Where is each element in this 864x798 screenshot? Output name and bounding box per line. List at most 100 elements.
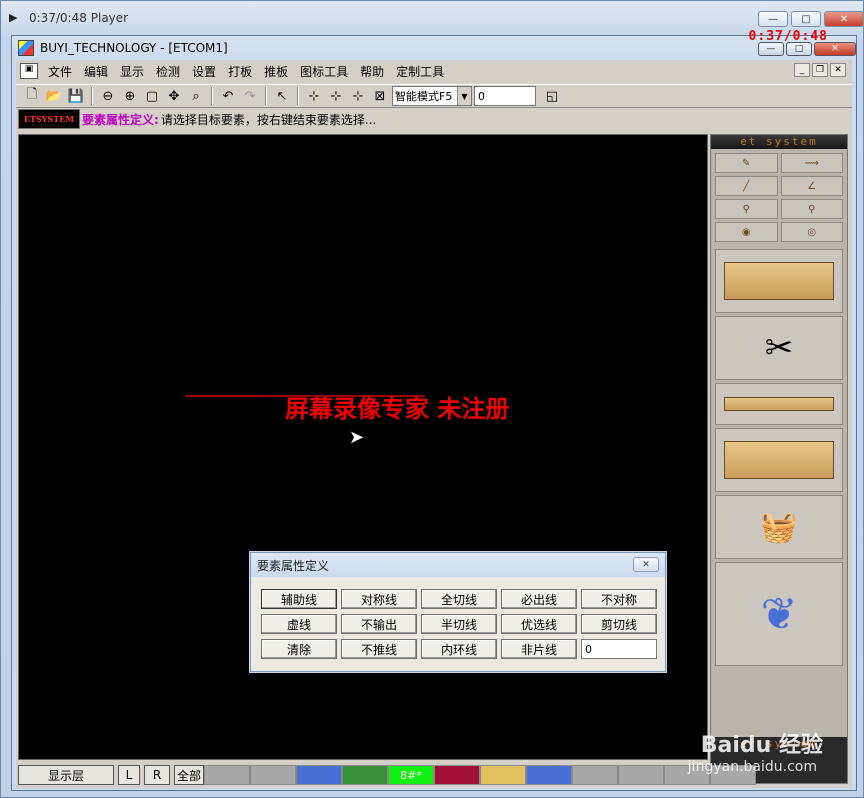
menu-pattern[interactable]: 打板 [222, 63, 258, 80]
menu-settings[interactable]: 设置 [186, 63, 222, 80]
clear-button[interactable]: 清除 [261, 639, 337, 659]
inner-loop-line-button[interactable]: 内环线 [421, 639, 497, 659]
player-minimize-button[interactable]: — [758, 11, 788, 27]
select-delete-icon[interactable]: ↖ [272, 86, 292, 106]
line-icon[interactable]: ╱ [715, 176, 778, 196]
app-icon [18, 40, 34, 56]
player-close-button[interactable]: ✕ [824, 11, 864, 27]
redo-icon[interactable]: ↷ [240, 86, 260, 106]
zoom-in-icon[interactable]: ⊕ [120, 86, 140, 106]
layer-swatch[interactable] [342, 765, 388, 785]
mdi-controls: _ ❐ ✕ [794, 63, 846, 77]
menu-icon-tools[interactable]: 图标工具 [294, 63, 354, 80]
compass-icon[interactable]: ⚲ [715, 199, 778, 219]
no-output-button[interactable]: 不输出 [341, 614, 417, 634]
layer-swatch[interactable]: 8#* [388, 765, 434, 785]
pencil-icon[interactable]: ✎ [715, 153, 778, 173]
french-curve-icon: ❦ [760, 588, 798, 640]
point-remove-icon[interactable]: ⊠ [370, 86, 390, 106]
save-icon[interactable]: 💾 [66, 86, 86, 106]
divider-icon[interactable]: ⚲ [780, 199, 843, 219]
layer-right-button[interactable]: R [144, 765, 170, 785]
mdi-close-button[interactable]: ✕ [830, 63, 846, 77]
app-title: BUYI_TECHNOLOGY - [ETCOM1] [40, 41, 228, 55]
zoom-fit-icon[interactable]: ▢ [142, 86, 162, 106]
menu-file[interactable]: 文件 [42, 63, 78, 80]
no-grade-line-button[interactable]: 不推线 [341, 639, 417, 659]
mdi-restore-button[interactable]: ❐ [812, 63, 828, 77]
mouse-cursor-icon: ➤ [349, 427, 365, 448]
menu-edit[interactable]: 编辑 [78, 63, 114, 80]
zoom-out-icon[interactable]: ⊖ [98, 86, 118, 106]
dialog-button-grid: 辅助线 对称线 全切线 必出线 不对称 虚线 不输出 半切线 优选线 剪切线 清… [251, 577, 665, 659]
new-file-icon[interactable]: 🗋 [22, 86, 42, 106]
layer-swatch[interactable] [434, 765, 480, 785]
button-icon[interactable]: ◉ [715, 222, 778, 242]
layer-swatch[interactable] [296, 765, 342, 785]
non-piece-line-button[interactable]: 非片线 [501, 639, 577, 659]
menu-view[interactable]: 显示 [114, 63, 150, 80]
measure-icon[interactable]: ◱ [542, 86, 562, 106]
layer-swatch[interactable] [204, 765, 250, 785]
pan-icon[interactable]: ✥ [164, 86, 184, 106]
angle-icon[interactable]: ∠ [780, 176, 843, 196]
sidebar-small-tools: ✎ ⟿ ╱ ∠ ⚲ ⚲ ◉ ◎ [711, 149, 847, 246]
app-close-button[interactable]: ✕ [814, 42, 856, 56]
symmetric-line-button[interactable]: 对称线 [341, 589, 417, 609]
point-add-icon[interactable]: ⊹ [348, 86, 368, 106]
point-edit-icon[interactable]: ⊹ [326, 86, 346, 106]
needle-icon[interactable]: ⟿ [780, 153, 843, 173]
menu-grading[interactable]: 推板 [258, 63, 294, 80]
menu-help[interactable]: 帮助 [354, 63, 390, 80]
asymmetric-button[interactable]: 不对称 [581, 589, 657, 609]
mdi-minimize-button[interactable]: _ [794, 63, 810, 77]
sidebar-ruler-tool[interactable] [715, 249, 843, 313]
value-input[interactable]: 0 [474, 86, 536, 106]
menu-check[interactable]: 检测 [150, 63, 186, 80]
pattern-piece-icon [724, 441, 834, 479]
must-output-line-button[interactable]: 必出线 [501, 589, 577, 609]
toolbar-separator [297, 87, 299, 105]
point-tool-icon[interactable]: ⊹ [304, 86, 324, 106]
sidebar-scissors-tool[interactable]: ✂ [715, 316, 843, 380]
player-maximize-button[interactable]: □ [791, 11, 821, 27]
layer-swatch[interactable] [250, 765, 296, 785]
app-minimize-button[interactable]: — [758, 42, 784, 56]
scissors-icon: ✂ [764, 328, 794, 368]
layer-swatch[interactable] [618, 765, 664, 785]
mode-select[interactable]: 智能模式F5 ▼ [392, 86, 472, 106]
layer-swatch[interactable] [480, 765, 526, 785]
open-folder-icon[interactable]: 📂 [44, 86, 64, 106]
layer-label-button[interactable]: 显示层 [18, 765, 114, 785]
sidebar-notch-tool[interactable] [715, 383, 843, 425]
dialog-close-button[interactable]: ✕ [633, 557, 659, 572]
layer-all-button[interactable]: 全部 [174, 765, 204, 785]
zoom-window-icon[interactable]: ⌕ [186, 86, 206, 106]
preferred-line-button[interactable]: 优选线 [501, 614, 577, 634]
document-icon[interactable]: ▣ [20, 63, 38, 79]
player-title: 0:37/0:48 Player [29, 11, 129, 25]
layer-swatch[interactable] [572, 765, 618, 785]
dialog-value-input[interactable]: 0 [581, 639, 657, 659]
layer-left-button[interactable]: L [118, 765, 140, 785]
cut-line-button[interactable]: 剪切线 [581, 614, 657, 634]
dashed-line-button[interactable]: 虚线 [261, 614, 337, 634]
toolbar-separator [91, 87, 93, 105]
sidebar-pattern-tool[interactable] [715, 428, 843, 492]
menu-custom-tools[interactable]: 定制工具 [390, 63, 450, 80]
sidebar-curve-tool[interactable]: ❦ [715, 562, 843, 666]
ruler-icon [724, 262, 834, 300]
undo-icon[interactable]: ↶ [218, 86, 238, 106]
app-window: BUYI_TECHNOLOGY - [ETCOM1] 0:37/0:48 — □… [11, 29, 857, 791]
app-maximize-button[interactable]: □ [786, 42, 812, 56]
sidebar-header: et system [711, 135, 847, 149]
layer-swatch[interactable] [526, 765, 572, 785]
prompt-bar: ETSYSTEM 要素属性定义: 请选择目标要素，按右键结束要素选择... [16, 108, 852, 130]
sidebar-wash-tool[interactable]: 🧺 [715, 495, 843, 559]
chevron-down-icon[interactable]: ▼ [457, 87, 471, 105]
half-cut-line-button[interactable]: 半切线 [421, 614, 497, 634]
element-property-dialog: 要素属性定义 ✕ 辅助线 对称线 全切线 必出线 不对称 虚线 不输出 半切线 … [250, 552, 666, 672]
tape-icon[interactable]: ◎ [780, 222, 843, 242]
auxiliary-line-button[interactable]: 辅助线 [261, 589, 337, 609]
full-cut-line-button[interactable]: 全切线 [421, 589, 497, 609]
